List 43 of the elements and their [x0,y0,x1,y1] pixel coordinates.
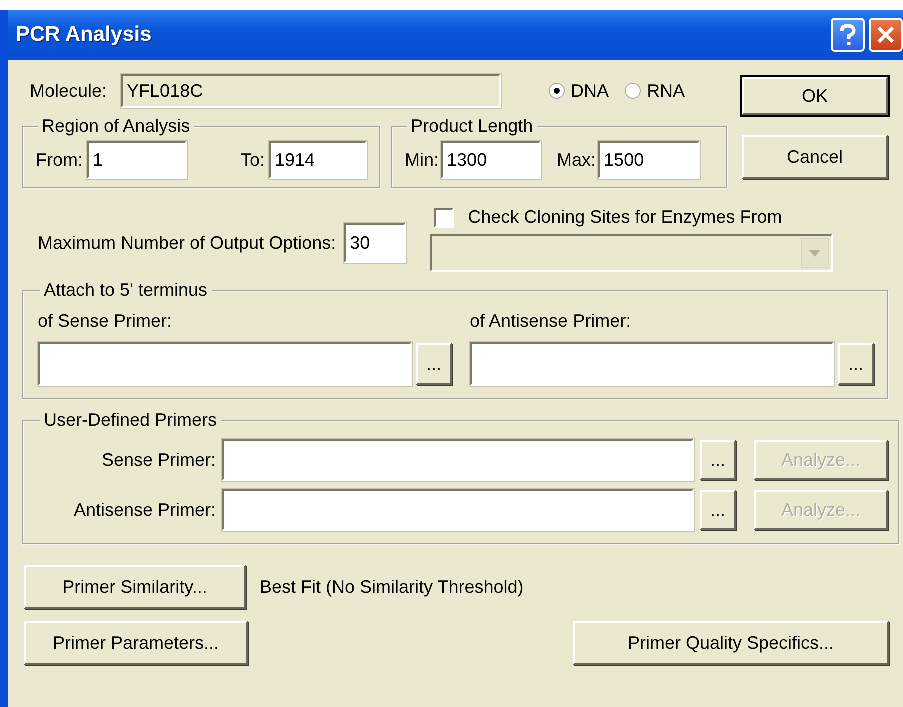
from-field[interactable]: 1 [87,141,187,179]
primer-quality-button[interactable]: Primer Quality Specifics... [573,621,889,665]
group-title: Product Length [410,116,534,137]
min-label: Min: [405,150,440,170]
to-field[interactable]: 1914 [269,141,368,179]
help-icon [839,24,857,46]
browse-button[interactable]: ... [700,440,736,480]
primer-field[interactable] [222,439,694,481]
cancel-button[interactable]: Cancel [742,135,888,179]
min-field[interactable]: 1300 [441,141,542,179]
molecule-type-radio[interactable]: RNA [625,80,686,102]
browse-button[interactable]: ... [838,343,874,385]
ok-button[interactable]: OK [742,77,888,115]
caret-icon [801,238,830,268]
primer-label: of Sense Primer: [38,311,174,332]
primer-field[interactable] [38,342,412,386]
group-title: Region of Analysis [41,116,192,137]
molecule-type-radio[interactable]: DNA [549,80,610,102]
similarity-value: Best Fit (No Similarity Threshold) [260,576,524,598]
max-output-label: Maximum Number of Output Options: [38,232,336,254]
close-button[interactable] [869,18,903,52]
to-label: To: [241,150,266,170]
primer-label: Sense Primer: [100,450,216,470]
max-output-field[interactable]: 30 [344,223,406,263]
molecule-field[interactable]: YFL018C [121,74,502,108]
primer-field[interactable] [470,342,834,386]
primer-label: Antisense Primer: [72,500,216,520]
cloning-sites-checkbox[interactable]: Check Cloning Sites for Enzymes From [434,207,834,228]
primer-similarity-button[interactable]: Primer Similarity... [24,565,246,609]
close-icon [876,25,896,45]
from-label: From: [36,150,83,170]
primer-field[interactable] [222,489,694,531]
browse-button[interactable]: ... [416,343,452,385]
browse-button[interactable]: ... [700,490,736,530]
primer-label: of Antisense Primer: [470,311,632,332]
primer-parameters-button[interactable]: Primer Parameters... [24,621,248,665]
molecule-label: Molecule: [30,80,108,102]
max-label: Max: [557,150,596,170]
max-field[interactable]: 1500 [598,141,700,179]
group-title: User-Defined Primers [43,410,218,431]
window-title: PCR Analysis [15,23,152,47]
group-title: Attach to 5' terminus [43,280,209,301]
help-button[interactable] [831,18,865,52]
